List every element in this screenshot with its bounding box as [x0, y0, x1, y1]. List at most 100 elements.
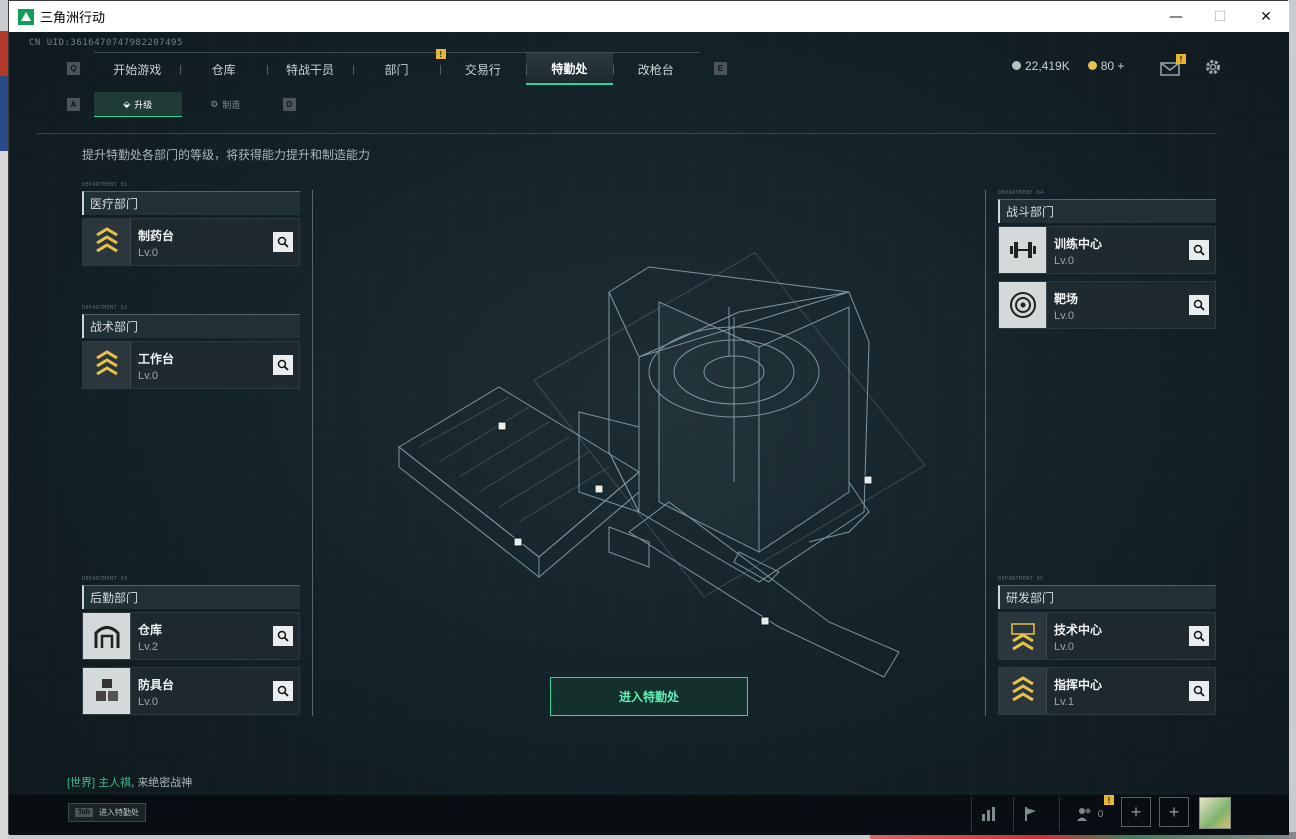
flag-button[interactable] [1013, 797, 1047, 831]
facility-training-center[interactable]: 训练中心 Lv.0 [998, 226, 1216, 274]
tab-label: 改枪台 [637, 62, 674, 77]
tab-label: 部门 [384, 62, 409, 77]
craft-icon: ⚙ [210, 99, 219, 109]
tab-warehouse[interactable]: 仓库 [180, 53, 266, 85]
facility-level: Lv.0 [138, 370, 158, 382]
main-nav: 开始游戏 仓库 特战干员 部门 ! 交易行 特勤处 改枪台 [94, 49, 699, 85]
dumbbell-icon [999, 227, 1047, 273]
nav-prev-key-hint: Q [67, 62, 80, 75]
close-button[interactable]: ✕ [1243, 1, 1289, 32]
minimize-button[interactable]: — [1153, 1, 1199, 32]
facility-warehouse[interactable]: 仓库 Lv.2 [82, 612, 300, 660]
facility-name: 技术中心 [1054, 623, 1103, 637]
dept-tag: DEPARTMENT 03 [82, 576, 128, 582]
search-icon[interactable] [1189, 681, 1209, 701]
game-window: 三角洲行动 — ☐ ✕ CN UID:3616470747982207495 Q… [8, 0, 1289, 835]
right-bracket [985, 190, 986, 716]
coin-icon [1012, 61, 1021, 70]
chat-text: 来绝密战神 [137, 777, 193, 789]
tab-label: 开始游戏 [113, 62, 162, 77]
title-bar: 三角洲行动 — ☐ ✕ [9, 1, 1289, 32]
mail-button[interactable]: ! [1160, 54, 1186, 79]
plus-icon: + [1168, 801, 1180, 822]
friends-button[interactable]: 0 ! [1059, 795, 1119, 831]
tab-gunsmith[interactable]: 改枪台 [612, 53, 699, 85]
left-bracket [312, 190, 313, 716]
tab-special-ops[interactable]: 特勤处 [526, 53, 613, 85]
facility-name: 训练中心 [1054, 237, 1103, 251]
search-icon[interactable] [273, 355, 293, 375]
search-icon[interactable] [1189, 295, 1209, 315]
dept-tag: DEPARTMENT 01 [82, 182, 128, 188]
header-divider [37, 133, 1217, 134]
facility-name: 指挥中心 [1054, 678, 1103, 692]
currency-primary-value: 22,419K [1025, 59, 1070, 73]
facility-workbench[interactable]: 工作台 Lv.0 [82, 341, 300, 389]
page-description: 提升特勤处各部门的等级，将获得能力提升和制造能力 [82, 148, 371, 162]
search-icon[interactable] [273, 626, 293, 646]
facility-tech-center[interactable]: 技术中心 Lv.0 [998, 612, 1216, 660]
facility-level: Lv.0 [138, 247, 158, 259]
facility-shooting-range[interactable]: 靶场 Lv.0 [998, 281, 1216, 329]
search-icon[interactable] [1189, 240, 1209, 260]
plus-icon: + [1130, 801, 1142, 822]
department-title: 后勤部门 [82, 585, 300, 609]
add-slot-button[interactable]: + [1121, 797, 1151, 827]
department-title: 研发部门 [998, 585, 1216, 609]
facility-level: Lv.0 [1054, 310, 1074, 322]
currency-primary[interactable]: 22,419K [1012, 59, 1070, 73]
maximize-button[interactable]: ☐ [1197, 1, 1243, 32]
subtab-next-key-hint: D [283, 98, 296, 111]
currency-secondary[interactable]: 80 + [1087, 59, 1124, 73]
search-icon[interactable] [273, 232, 293, 252]
facility-name: 仓库 [138, 623, 163, 637]
tab-trading[interactable]: 交易行 [439, 53, 526, 85]
nav-next-key-hint: E [714, 62, 727, 75]
avatar[interactable] [1199, 797, 1231, 829]
currency-secondary-value: 80 [1100, 59, 1115, 73]
facility-level: Lv.0 [1054, 641, 1074, 653]
add-slot-button[interactable]: + [1159, 797, 1189, 827]
dept-tag: DEPARTMENT 02 [82, 305, 128, 311]
facility-name: 防具台 [138, 678, 175, 692]
enter-special-ops-button[interactable]: 进入特勤处 [550, 677, 748, 716]
special-ops-building-illustration [398, 252, 926, 678]
facility-level: Lv.0 [138, 696, 158, 708]
cubes-icon [83, 668, 131, 714]
tab-shortcut-hint[interactable]: Tab 进入特勤处 [68, 803, 146, 822]
chevron-rank-icon [83, 342, 131, 388]
facility-pharmacy[interactable]: 制药台 Lv.0 [82, 218, 300, 266]
currency-display: 22,419K 80 + [1012, 59, 1124, 73]
desktop-background-left [0, 31, 8, 839]
chevron-rank-icon [999, 668, 1047, 714]
search-icon[interactable] [273, 681, 293, 701]
settings-button[interactable] [1204, 58, 1224, 78]
chat-channel: [世界] [67, 777, 96, 789]
search-icon[interactable] [1189, 626, 1209, 646]
tab-departments[interactable]: 部门 ! [353, 49, 446, 85]
bottom-bar: Tab 进入特勤处 0 ! + + [9, 795, 1289, 835]
facility-name: 工作台 [138, 352, 175, 366]
tab-label: 特战干员 [286, 62, 335, 77]
upgrade-icon: ⬙ [123, 98, 131, 109]
medical-department: DEPARTMENT 01 医疗部门 制药台 Lv.0 [82, 182, 300, 266]
facility-name: 靶场 [1054, 292, 1079, 306]
gear-icon [1206, 60, 1220, 74]
facility-armor-bench[interactable]: 防具台 Lv.0 [82, 667, 300, 715]
currency-add-button[interactable]: + [1117, 59, 1124, 73]
facility-name: 制药台 [138, 229, 175, 243]
tab-label: 交易行 [464, 62, 501, 77]
tactical-department: DEPARTMENT 02 战术部门 工作台 Lv.0 [82, 305, 300, 389]
department-title: 战斗部门 [998, 199, 1216, 223]
facility-command-center[interactable]: 指挥中心 Lv.1 [998, 667, 1216, 715]
tab-operators[interactable]: 特战干员 [266, 53, 353, 85]
player-uid: CN UID:3616470747982207495 [29, 38, 183, 48]
world-chat-message[interactable]: [世界] 主人祺, 来绝密战神 [67, 774, 192, 790]
tab-craft[interactable]: ⚙ 制造 [182, 92, 270, 117]
facility-level: Lv.1 [1054, 696, 1074, 708]
window-title: 三角洲行动 [40, 11, 106, 26]
stats-button[interactable] [971, 797, 1005, 831]
research-department: DEPARTMENT 05 研发部门 技术中心 Lv.0 指挥中心 Lv.1 [998, 576, 1216, 715]
tab-upgrade[interactable]: ⬙ 升级 [94, 92, 182, 117]
tab-start-game[interactable]: 开始游戏 [94, 53, 180, 85]
